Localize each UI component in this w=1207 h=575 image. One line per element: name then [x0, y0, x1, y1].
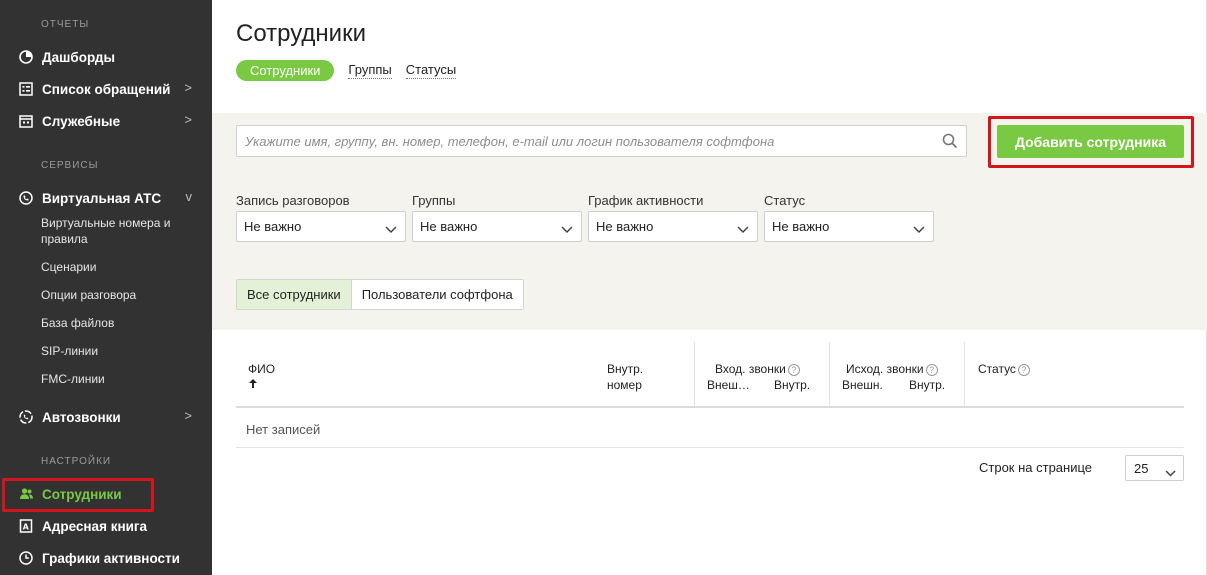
sidebar-section-reports: ОТЧЕТЫ	[41, 19, 90, 30]
calendar-icon	[18, 113, 34, 129]
sidebar-subitem-scenarios[interactable]: Сценарии	[41, 259, 201, 275]
main-content: Сотрудники Сотрудники Группы Статусы Ука…	[212, 0, 1207, 575]
filter-label-schedule: График активности	[588, 193, 704, 208]
col-header-label: номер	[607, 378, 642, 392]
col-header-label: Исход. звонки	[846, 362, 924, 376]
col-header-incoming: Вход. звонки?	[715, 361, 800, 377]
search-icon[interactable]	[942, 133, 958, 149]
table-divider	[236, 447, 1184, 448]
col-header-extension[interactable]: Внутр. номер	[607, 361, 643, 393]
groups-select[interactable]: Не важно	[412, 211, 582, 242]
sidebar-item-requests[interactable]: Список обращений >	[0, 77, 212, 101]
select-value: Не важно	[244, 219, 302, 234]
filter-label-groups: Группы	[412, 193, 456, 208]
col-header-incoming-internal[interactable]: Внутр.	[774, 377, 810, 393]
sidebar-subitem-numbers[interactable]: Виртуальные номера и правила	[41, 215, 201, 247]
phone-circle-icon	[18, 190, 34, 206]
chevron-down-icon	[561, 222, 573, 234]
filter-label-recording: Запись разговоров	[236, 193, 350, 208]
col-header-incoming-external[interactable]: Внеш…	[707, 377, 750, 393]
highlight-frame	[988, 116, 1194, 168]
sidebar-section-settings: НАСТРОЙКИ	[41, 456, 112, 467]
sidebar-item-label: Дашборды	[42, 49, 115, 65]
sidebar-item-label: Автозвонки	[42, 409, 121, 425]
sidebar-item-address-book[interactable]: A Адресная книга	[0, 514, 212, 538]
sidebar-item-service[interactable]: Служебные >	[0, 109, 212, 133]
sidebar-item-label: Список обращений	[42, 81, 171, 97]
empty-state: Нет записей	[246, 422, 321, 437]
tab-employees[interactable]: Сотрудники	[236, 60, 335, 81]
table-header: ФИО Внутр. номер Вход. звонки? Внеш… Вну…	[236, 342, 1184, 408]
select-value: Не важно	[772, 219, 830, 234]
help-icon[interactable]: ?	[787, 364, 800, 376]
chevron-right-icon: >	[184, 80, 192, 95]
chevron-down-icon	[737, 222, 749, 234]
chevron-right-icon: >	[184, 408, 192, 423]
column-divider	[694, 342, 695, 406]
sidebar-item-label: Адресная книга	[42, 518, 148, 534]
sidebar: ОТЧЕТЫ Дашборды Список обращений > Служе…	[0, 0, 212, 575]
help-icon[interactable]: ?	[925, 364, 938, 376]
help-icon[interactable]: ?	[1017, 364, 1030, 376]
chevron-down-icon: v	[185, 189, 193, 204]
employee-type-toggle: Все сотрудники Пользователи софтфона	[236, 279, 524, 310]
sidebar-item-activity-schedules[interactable]: Графики активности	[0, 546, 212, 570]
schedule-select[interactable]: Не важно	[588, 211, 758, 242]
segment-softphone-users[interactable]: Пользователи софтфона	[352, 280, 523, 309]
highlight-frame	[2, 478, 154, 512]
col-header-label: Вход. звонки	[715, 362, 786, 376]
sidebar-subitem-files[interactable]: База файлов	[41, 315, 201, 331]
tabs: Сотрудники Группы Статусы	[236, 60, 470, 81]
filter-panel: Укажите имя, группу, вн. номер, телефон,…	[212, 113, 1207, 330]
chevron-down-icon	[913, 222, 925, 234]
sidebar-section-services: СЕРВИСЫ	[41, 160, 99, 171]
svg-text:A: A	[23, 523, 30, 532]
col-header-outgoing-external[interactable]: Внешн.	[842, 377, 883, 393]
page-title: Сотрудники	[236, 20, 366, 47]
col-header-status[interactable]: Статус?	[978, 361, 1030, 377]
sidebar-item-autocalls[interactable]: Автозвонки >	[0, 405, 212, 429]
chevron-down-icon	[1165, 465, 1176, 477]
filter-label-status: Статус	[764, 193, 806, 208]
status-select[interactable]: Не важно	[764, 211, 934, 242]
sidebar-subitem-sip-lines[interactable]: SIP-линии	[41, 343, 201, 359]
tab-statuses[interactable]: Статусы	[405, 62, 457, 79]
col-header-label: ФИО	[248, 362, 276, 376]
chevron-right-icon: >	[184, 112, 192, 127]
recording-select[interactable]: Не важно	[236, 211, 406, 242]
select-value: Не важно	[420, 219, 478, 234]
col-header-outgoing-internal[interactable]: Внутр.	[909, 377, 945, 393]
search-placeholder: Укажите имя, группу, вн. номер, телефон,…	[245, 134, 775, 149]
search-input[interactable]: Укажите имя, группу, вн. номер, телефон,…	[236, 125, 967, 157]
sidebar-item-label: Графики активности	[42, 550, 180, 566]
autocall-icon	[18, 409, 34, 425]
col-header-outgoing: Исход. звонки?	[846, 361, 938, 377]
sidebar-item-label: Служебные	[42, 113, 121, 129]
sort-arrow-up-icon	[248, 378, 258, 392]
clock-icon	[18, 550, 34, 566]
select-value: Не важно	[596, 219, 654, 234]
rows-per-page-label: Строк на странице	[979, 460, 1093, 475]
tab-groups[interactable]: Группы	[348, 62, 392, 79]
sidebar-item-dashboards[interactable]: Дашборды	[0, 45, 212, 69]
chevron-down-icon	[385, 222, 397, 234]
sidebar-subitem-call-options[interactable]: Опции разговора	[41, 287, 201, 303]
address-book-icon: A	[18, 518, 34, 534]
column-divider	[829, 342, 830, 406]
sidebar-subitem-fmc-lines[interactable]: FMC-линии	[41, 371, 201, 387]
pie-chart-icon	[18, 49, 34, 65]
col-header-label: Статус	[978, 362, 1016, 376]
sidebar-item-vats[interactable]: Виртуальная АТС v	[0, 186, 212, 210]
col-header-fio[interactable]: ФИО	[248, 361, 275, 393]
rows-per-page-select[interactable]: 25	[1125, 455, 1184, 481]
segment-all-employees[interactable]: Все сотрудники	[237, 280, 352, 309]
list-icon	[18, 81, 34, 97]
col-header-label: Внутр.	[607, 362, 644, 376]
select-value: 25	[1134, 461, 1149, 476]
sidebar-item-label: Виртуальная АТС	[42, 190, 162, 206]
column-divider	[964, 342, 965, 406]
